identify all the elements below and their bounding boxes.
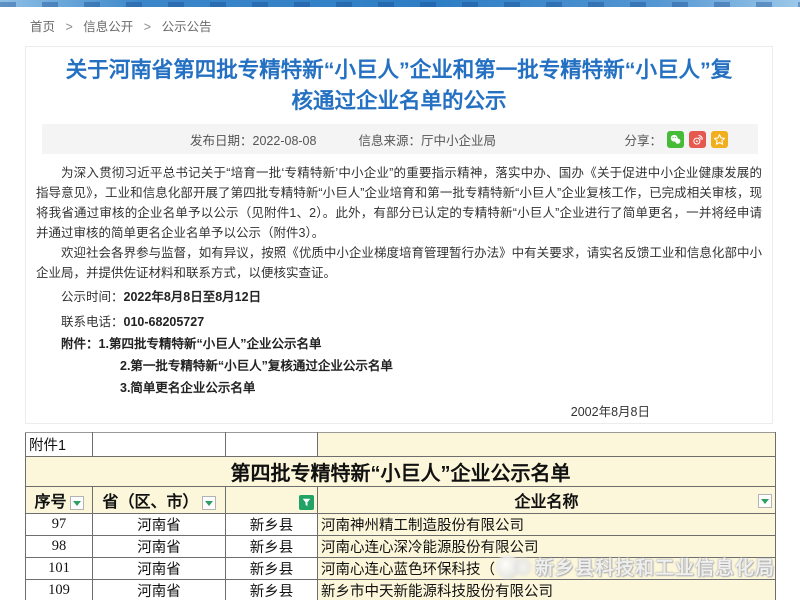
breadcrumb-separator: > (66, 20, 73, 34)
sheet-title-row: 第四批专精特新“小巨人”企业公示名单 (26, 457, 776, 487)
cell-county: 新乡县 (226, 580, 318, 600)
header-seq: 序号 (26, 487, 93, 514)
sheet-header-row: 序号 省（区、市） 企业名称 (26, 487, 776, 514)
filter-active-funnel-icon[interactable] (299, 495, 314, 510)
info-source: 信息来源：厅中小企业局 (358, 130, 496, 149)
attachment-spreadsheet: 附件1 第四批专精特新“小巨人”企业公示名单 序号 省（区、市） 企业名称 97… (25, 432, 777, 600)
cell-province: 河南省 (93, 580, 226, 600)
meta-bar: 发布日期：2022-08-08 信息来源：厅中小企业局 分享： (42, 124, 758, 154)
table-row: 97 河南省 新乡县 河南神州精工制造股份有限公司 (26, 514, 776, 536)
cell-company: 河南神州精工制造股份有限公司 (318, 514, 776, 536)
breadcrumb-info-disclosure[interactable]: 信息公开 (83, 20, 133, 34)
cell-county: 新乡县 (226, 558, 318, 580)
header-province: 省（区、市） (93, 487, 226, 514)
sheet-title: 第四批专精特新“小巨人”企业公示名单 (26, 457, 776, 487)
share-bar: 分享： (624, 130, 728, 149)
attachment-line-2: 2.第一批专精特新“小巨人”复核通过企业公示名单 (36, 355, 762, 377)
cell-province: 河南省 (93, 536, 226, 558)
header-company-label: 企业名称 (514, 494, 578, 511)
cell-company: 河南心连心蓝色环保科技（ (318, 558, 776, 580)
contact-phone: 联系电话：010-68205727 (36, 311, 762, 333)
info-source-label: 信息来源： (358, 134, 421, 148)
sheet-label-row: 附件1 (26, 433, 776, 457)
site-banner-strip (0, 0, 800, 7)
empty-cell (93, 433, 226, 457)
publish-date-value: 2022-08-08 (253, 134, 317, 148)
publish-date-label: 发布日期： (190, 134, 253, 148)
publicity-period-label: 公示时间： (61, 290, 124, 304)
cell-county: 新乡县 (226, 514, 318, 536)
cell-seq: 109 (26, 580, 93, 600)
paragraph: 欢迎社会各界参与监督，如有异议，按照《优质中小企业梯度培育管理暂行办法》中有关要… (36, 243, 762, 283)
publicity-period: 公示时间：2022年8月8日至8月12日 (36, 286, 762, 308)
sheet-attachment-label: 附件1 (26, 433, 93, 457)
breadcrumb-home[interactable]: 首页 (30, 20, 55, 34)
header-company: 企业名称 (318, 487, 776, 514)
empty-cell (226, 433, 318, 457)
header-seq-label: 序号 (34, 494, 66, 511)
info-source-value: 厅中小企业局 (421, 134, 496, 148)
empty-cell (318, 433, 776, 457)
cell-seq: 101 (26, 558, 93, 580)
paragraph: 为深入贯彻习近平总书记关于“培育一批‘专精特新’中小企业”的重要指示精神，落实中… (36, 163, 762, 243)
filter-dropdown-icon[interactable] (70, 496, 84, 510)
table-row: 101 河南省 新乡县 河南心连心蓝色环保科技（ (26, 558, 776, 580)
publicity-period-value: 2022年8月8日至8月12日 (124, 290, 262, 304)
share-weibo-icon[interactable] (689, 131, 706, 148)
publish-date: 发布日期：2022-08-08 (190, 130, 316, 149)
share-label: 分享： (624, 130, 662, 149)
attachment-line-1: 附件：1.第四批专精特新“小巨人”企业公示名单 (36, 333, 762, 355)
breadcrumb-separator: > (144, 20, 151, 34)
sign-date: 2002年8月8日 (36, 401, 762, 419)
filter-dropdown-icon[interactable] (202, 496, 216, 510)
page-title: 关于河南省第四批专精特新“小巨人”企业和第一批专精特新“小巨人”复核通过企业名单… (56, 55, 742, 117)
attachment-item: 3.简单更名企业公示名单 (120, 381, 255, 395)
cell-county: 新乡县 (226, 536, 318, 558)
cell-company: 河南心连心深冷能源股份有限公司 (318, 536, 776, 558)
cell-seq: 98 (26, 536, 93, 558)
cell-province: 河南省 (93, 514, 226, 536)
cell-company: 新乡市中天新能源科技股份有限公司 (318, 580, 776, 600)
table-row: 98 河南省 新乡县 河南心连心深冷能源股份有限公司 (26, 536, 776, 558)
contact-phone-value: 010-68205727 (124, 315, 205, 329)
contact-phone-label: 联系电话： (61, 315, 124, 329)
breadcrumb: 首页 > 信息公开 > 公示公告 (30, 16, 800, 33)
attachment-line-3: 3.简单更名企业公示名单 (36, 377, 762, 399)
filter-dropdown-icon[interactable] (758, 494, 772, 508)
attachments-label: 附件： (61, 337, 99, 351)
cell-province: 河南省 (93, 558, 226, 580)
attachment-item: 1.第四批专精特新“小巨人”企业公示名单 (99, 337, 322, 351)
breadcrumb-current: 公示公告 (162, 20, 212, 34)
share-qzone-star-icon[interactable] (711, 131, 728, 148)
header-province-label: 省（区、市） (102, 494, 198, 511)
header-county (226, 487, 318, 514)
article-card: 关于河南省第四批专精特新“小巨人”企业和第一批专精特新“小巨人”复核通过企业名单… (25, 46, 773, 424)
table-row: 109 河南省 新乡县 新乡市中天新能源科技股份有限公司 (26, 580, 776, 600)
attachment-item: 2.第一批专精特新“小巨人”复核通过企业公示名单 (120, 359, 393, 373)
share-wechat-icon[interactable] (667, 131, 684, 148)
cell-seq: 97 (26, 514, 93, 536)
article-body: 为深入贯彻习近平总书记关于“培育一批‘专精特新’中小企业”的重要指示精神，落实中… (34, 163, 764, 419)
